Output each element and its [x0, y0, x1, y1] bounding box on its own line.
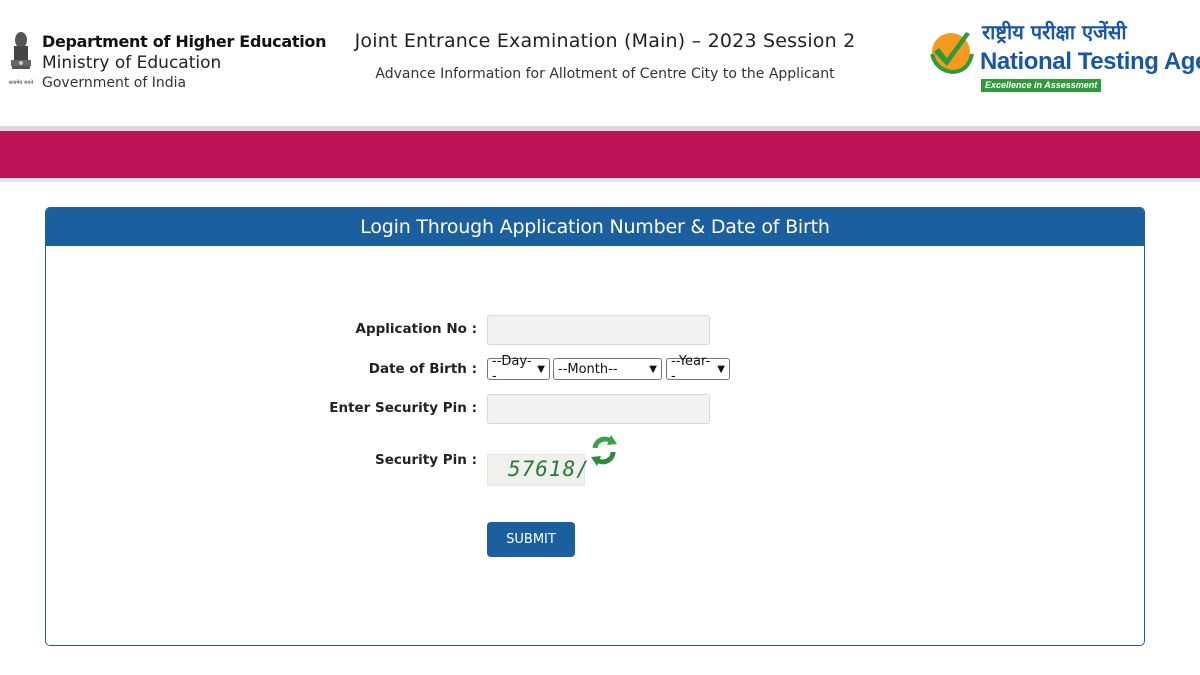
dob-year-value: --Year--	[671, 354, 711, 384]
nta-english-name: National Testing Agency	[980, 48, 1200, 75]
svg-text:सत्यमेव जयते: सत्यमेव जयते	[9, 79, 34, 86]
chevron-down-icon: ▼	[537, 363, 545, 375]
security-pin-input[interactable]	[487, 394, 710, 424]
dob-day-select[interactable]: --Day-- ▼	[487, 354, 550, 384]
chevron-down-icon: ▼	[649, 363, 657, 375]
nta-hindi-name: राष्ट्रीय परीक्षा एजेंसी	[982, 20, 1127, 44]
department-block: Department of Higher Education Ministry …	[42, 32, 326, 92]
government-name: Government of India	[42, 75, 187, 91]
dob-year-select[interactable]: --Year-- ▼	[666, 354, 730, 384]
exam-subtitle: Advance Information for Allotment of Cen…	[375, 66, 835, 82]
dob-day-value: --Day--	[492, 354, 532, 384]
captcha-image: 57618/	[487, 454, 589, 486]
login-panel-heading: Login Through Application Number & Date …	[46, 208, 1144, 246]
dob-month-select[interactable]: --Month-- ▼	[553, 358, 662, 380]
dob-label: Date of Birth :	[368, 361, 477, 377]
ministry-name: Ministry of Education	[42, 53, 222, 73]
exam-title-block: Joint Entrance Examination (Main) – 2023…	[340, 30, 870, 82]
refresh-icon[interactable]	[589, 434, 619, 466]
submit-button[interactable]: SUBMIT	[487, 522, 575, 557]
enter-security-pin-label: Enter Security Pin :	[329, 400, 477, 416]
nta-logo-icon	[930, 32, 974, 75]
security-pin-label: Security Pin :	[375, 452, 477, 468]
application-no-input[interactable]	[487, 315, 710, 345]
login-panel: Login Through Application Number & Date …	[45, 207, 1145, 646]
application-no-label: Application No :	[355, 321, 477, 337]
nta-tagline: Excellence in Assessment	[981, 79, 1102, 92]
department-name: Department of Higher Education	[42, 32, 327, 51]
band-divider	[0, 178, 1200, 182]
dob-month-value: --Month--	[558, 361, 618, 377]
color-band	[0, 131, 1200, 178]
exam-title: Joint Entrance Examination (Main) – 2023…	[354, 30, 856, 52]
national-emblem-icon: सत्यमेव जयते	[9, 32, 34, 86]
chevron-down-icon: ▼	[717, 363, 725, 375]
site-header: सत्यमेव जयते Department of Higher Educat…	[0, 0, 1200, 126]
